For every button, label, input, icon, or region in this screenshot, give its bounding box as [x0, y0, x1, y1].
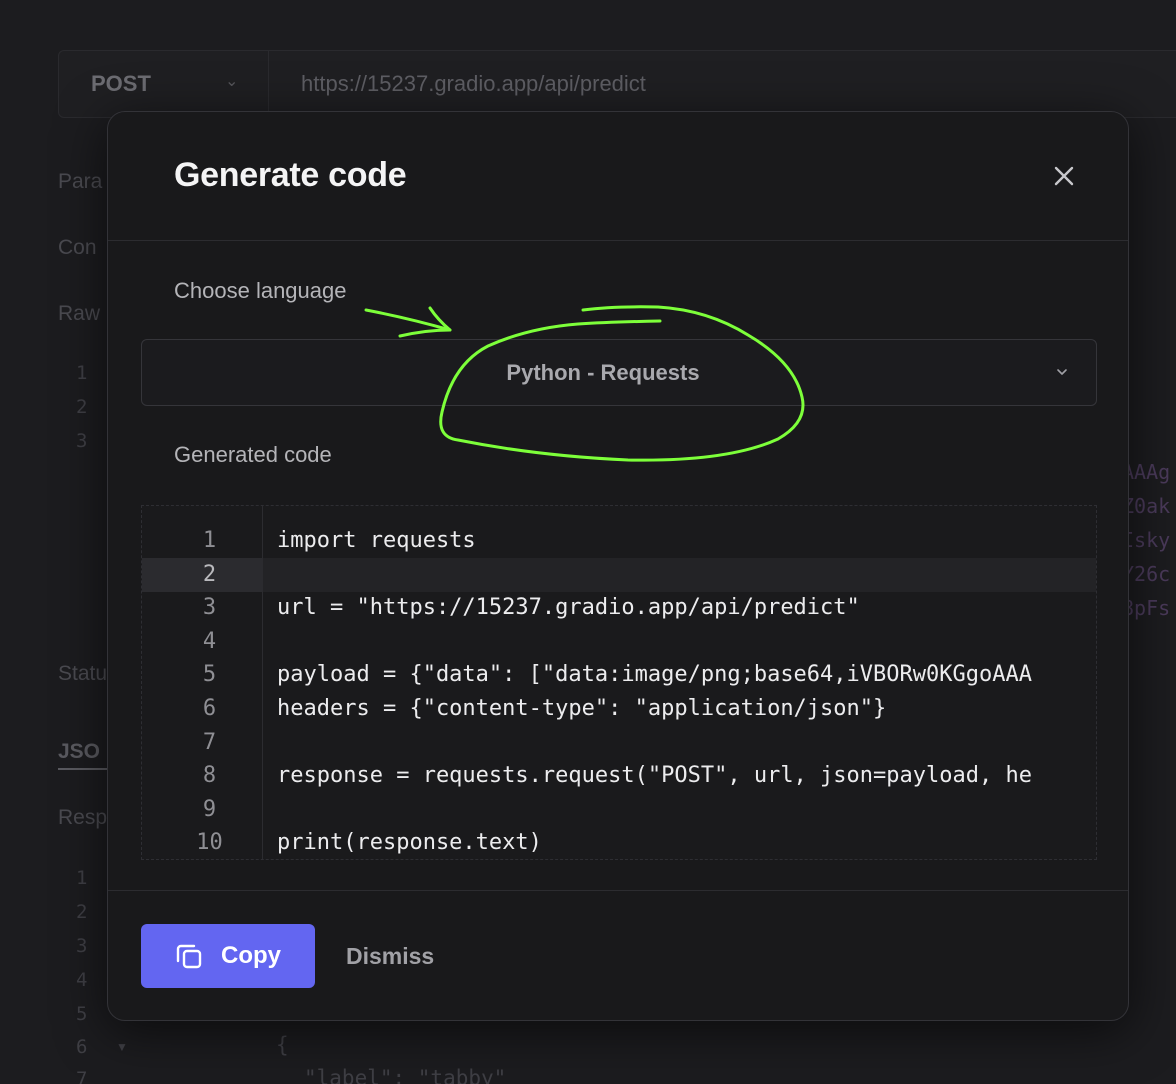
- copy-button[interactable]: Copy: [141, 924, 315, 988]
- code-line: 9: [142, 793, 1096, 827]
- code-text: print(response.text): [277, 830, 542, 856]
- response-label: Resp: [58, 806, 108, 829]
- code-line: 10 print(response.text): [142, 826, 1096, 859]
- overflow-text: AAAg: [1122, 460, 1171, 484]
- overflow-text: 8pFs: [1122, 596, 1171, 620]
- code-text: import requests: [277, 528, 476, 553]
- code-line: 5 payload = {"data": ["data:image/png;bas…: [142, 658, 1096, 692]
- language-select-value: Python - Requests: [506, 360, 700, 385]
- line-number: 1: [76, 362, 88, 384]
- code-line: 4: [142, 625, 1096, 659]
- line-number: 3: [76, 430, 88, 452]
- line-number: 3: [202, 595, 217, 621]
- close-button[interactable]: [1048, 160, 1080, 192]
- response-code-line: {: [276, 1033, 289, 1057]
- dismiss-button[interactable]: Dismiss: [330, 924, 450, 988]
- content-label: Con: [58, 236, 97, 259]
- line-number: 7: [202, 729, 217, 755]
- code-line: 1 import requests: [142, 524, 1096, 558]
- line-number: 2: [76, 901, 88, 923]
- code-line: 8 response = requests.request("POST", url…: [142, 759, 1096, 793]
- status-label: Statu: [58, 662, 108, 685]
- header-divider: [108, 240, 1128, 241]
- method-label: POST: [91, 71, 151, 96]
- code-line: 2: [142, 557, 1096, 592]
- code-text: headers = {"content-type": "application/…: [277, 696, 887, 721]
- url-input[interactable]: https://15237.gradio.app/api/predict: [301, 71, 646, 97]
- choose-language-label: Choose language: [174, 278, 347, 303]
- params-label: Para: [58, 170, 103, 193]
- line-number: 1: [76, 867, 88, 889]
- raw-label: Raw: [58, 302, 101, 325]
- modal-title: Generate code: [174, 156, 407, 194]
- line-number: 2: [142, 557, 263, 592]
- request-url-bar: POST ⌄ https://15237.gradio.app/api/pred…: [58, 50, 1176, 118]
- chevron-down-icon: [1057, 369, 1067, 375]
- chevron-down-icon: ⌄: [225, 73, 239, 90]
- overflow-text: Z0ak: [1122, 494, 1171, 518]
- code-line: 7: [142, 726, 1096, 760]
- tab-json[interactable]: JSO: [58, 740, 100, 764]
- line-number: 6: [76, 1036, 88, 1058]
- line-number: 4: [202, 628, 217, 654]
- line-number: 8: [202, 763, 217, 789]
- language-select[interactable]: Python - Requests: [141, 339, 1097, 406]
- annotation-arrow-icon: [364, 306, 452, 338]
- close-icon: [1054, 166, 1074, 186]
- code-text: payload = {"data": ["data:image/png;base…: [277, 662, 1032, 688]
- code-text: response = requests.request("POST", url,…: [277, 763, 1032, 789]
- line-number: 1: [202, 528, 217, 553]
- line-number: 5: [202, 662, 217, 688]
- response-code-line: "label": "tabby": [304, 1066, 507, 1084]
- fold-arrow-icon[interactable]: ▼: [116, 1040, 128, 1054]
- line-number: 10: [196, 830, 223, 856]
- line-number: 4: [76, 969, 88, 991]
- line-number: 9: [202, 796, 217, 822]
- generated-code-label: Generated code: [174, 442, 332, 467]
- code-line: 3 url = "https://15237.gradio.app/api/pre…: [142, 591, 1096, 625]
- overflow-text: Isky: [1122, 528, 1171, 552]
- method-select[interactable]: POST ⌄: [59, 51, 269, 117]
- line-number: 5: [76, 1003, 88, 1025]
- line-number: 3: [76, 935, 88, 957]
- copy-button-label: Copy: [221, 942, 281, 969]
- code-editor[interactable]: 1 import requests 2 3 url = "https://15237.g…: [141, 505, 1097, 860]
- copy-icon: [176, 944, 202, 969]
- line-number: 7: [76, 1068, 88, 1084]
- line-number: 2: [76, 396, 88, 418]
- code-text: url = "https://15237.gradio.app/api/pred…: [277, 595, 860, 621]
- line-number: 6: [202, 696, 217, 721]
- generate-code-modal: Generate code Choose language Python - R…: [107, 111, 1129, 1021]
- dismiss-button-label: Dismiss: [346, 943, 435, 969]
- footer-divider: [108, 890, 1128, 891]
- code-line: 6 headers = {"content-type": "application…: [142, 692, 1096, 726]
- overflow-text: Y26c: [1122, 562, 1171, 586]
